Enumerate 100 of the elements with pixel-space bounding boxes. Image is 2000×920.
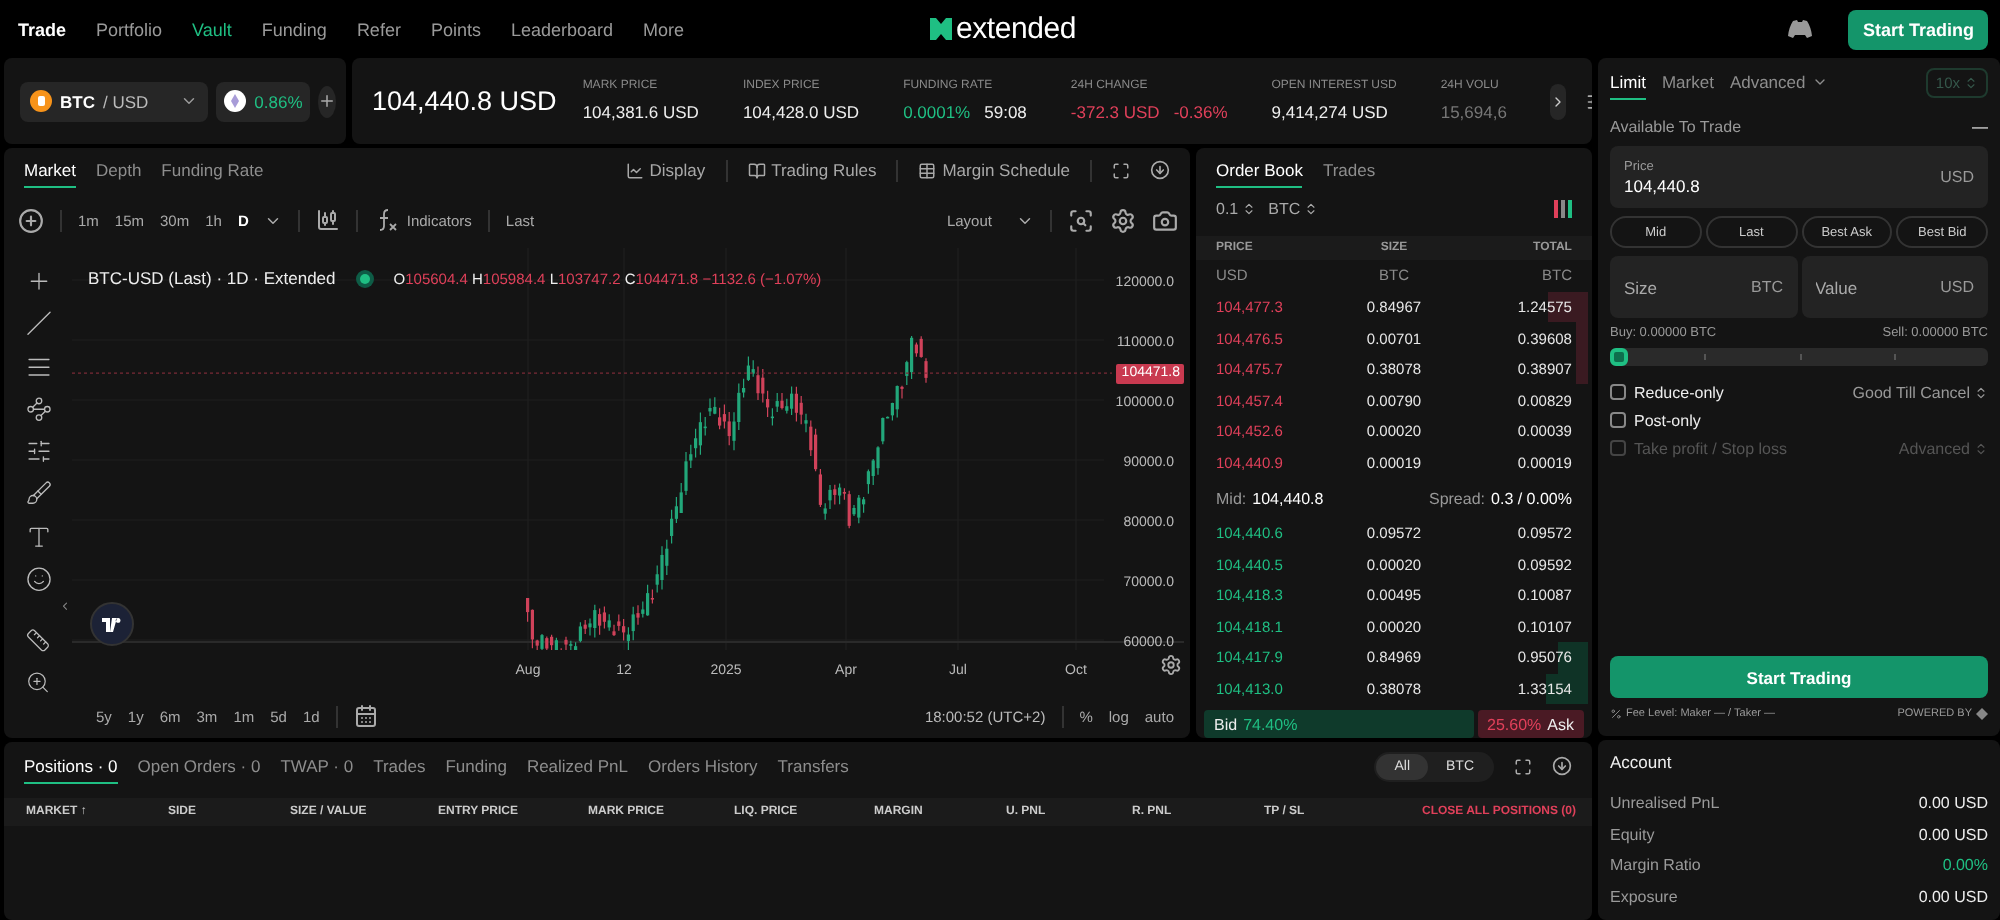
order-type-tab[interactable]: Advanced [1729, 64, 1828, 100]
add-icon[interactable] [18, 207, 44, 233]
scroll-right-button[interactable] [1550, 83, 1567, 119]
chart-action-link[interactable]: Display [625, 160, 706, 180]
start-trading-button[interactable]: Start Trading [1610, 656, 1988, 698]
account-value: 0.00 USD [1918, 825, 1988, 844]
sliders-icon[interactable] [23, 438, 53, 465]
base-symbol: BTC [60, 91, 95, 111]
stat-value: 9,414,274 USD [1271, 102, 1388, 122]
updown-icon [1974, 385, 1988, 399]
market-select[interactable]: BTC / USD [20, 81, 209, 121]
nav-link[interactable]: Funding [261, 19, 327, 39]
text-icon[interactable] [23, 523, 53, 550]
positions-tab[interactable]: Realized PnL [526, 748, 628, 784]
ask-label: Ask [1547, 715, 1574, 734]
positions-tab[interactable]: Trades [373, 748, 426, 784]
account-value: 0.00 USD [1918, 888, 1988, 907]
chart-tab[interactable]: Depth [95, 152, 142, 188]
pattern-icon[interactable] [23, 395, 53, 423]
option-select[interactable]: Good Till Cancel [1852, 383, 1988, 401]
line-chart-icon [625, 161, 644, 179]
positions-tab[interactable]: Funding [445, 748, 507, 784]
logo-text: extended [955, 12, 1077, 46]
zoom-in-icon[interactable] [24, 669, 52, 695]
game-controller-icon[interactable] [1788, 20, 1813, 38]
brush-icon[interactable] [23, 480, 53, 508]
smile-icon[interactable] [23, 565, 53, 593]
chart-action-link[interactable]: Trading Rules [747, 160, 877, 180]
value-input[interactable]: Value [1815, 277, 1941, 297]
add-button[interactable] [318, 85, 337, 117]
positions-tab[interactable]: Positions · 0 [24, 748, 118, 784]
option-label: Take profit / Stop loss [1634, 439, 1787, 457]
last-price: 104,440.8 USD [372, 86, 557, 116]
chart-tab[interactable]: Funding Rate [161, 152, 264, 188]
order-book-tab[interactable]: Trades [1322, 152, 1376, 188]
slider-thumb[interactable] [1610, 348, 1628, 366]
chart-action-link[interactable]: Margin Schedule [918, 160, 1070, 180]
positions-tab[interactable]: TWAP · 0 [280, 748, 354, 784]
tick-size-select[interactable]: 0.1 [1216, 200, 1257, 219]
change-value: 0.86% [254, 91, 303, 111]
camera-icon[interactable] [1152, 207, 1178, 233]
checkbox[interactable] [1610, 384, 1626, 400]
size-field[interactable]: Size BTC [1610, 256, 1797, 318]
positions-tab[interactable]: Transfers [777, 748, 849, 784]
function-icon [374, 208, 399, 232]
chart-tab[interactable]: Market [24, 152, 76, 188]
updown-icon [1304, 202, 1319, 217]
available-value: — [1972, 118, 1988, 136]
download-icon[interactable] [1552, 756, 1572, 776]
logo-icon [929, 18, 952, 40]
account-label: Equity [1610, 825, 1655, 844]
nav-link[interactable]: Vault [192, 19, 232, 39]
nav-link[interactable]: Refer [356, 19, 401, 39]
size-slider[interactable] [1610, 348, 1988, 366]
nav-link[interactable]: Leaderboard [510, 19, 614, 39]
price-unit: USD [1940, 168, 1974, 186]
fullscreen-icon[interactable] [1514, 757, 1532, 775]
collapse-icon[interactable] [58, 600, 72, 613]
updown-icon [1974, 441, 1988, 455]
available-label: Available To Trade [1610, 118, 1742, 136]
spread-label: Spread: [1428, 489, 1486, 508]
table-icon [918, 161, 937, 179]
ruler-icon[interactable] [24, 628, 52, 654]
stat-value: 59:08 [984, 102, 1027, 122]
order-type-tab[interactable]: Market [1661, 64, 1714, 100]
lines-icon[interactable] [23, 353, 53, 380]
calendar-icon[interactable] [353, 704, 378, 728]
book-layout-icon[interactable] [1554, 200, 1572, 219]
start-trading-button[interactable]: Start Trading [1848, 9, 1988, 49]
book-icon [747, 161, 766, 179]
stat-value: 104,428.0 USD [742, 102, 860, 122]
size-input[interactable]: Size [1624, 277, 1751, 297]
line-icon[interactable] [23, 310, 53, 338]
fullscreen-icon[interactable] [1112, 161, 1130, 179]
settings-icon[interactable] [1110, 207, 1136, 233]
order-type-tab[interactable]: Limit [1610, 64, 1646, 100]
chevron-icon [180, 92, 199, 110]
order-book-tab[interactable]: Order Book [1216, 152, 1303, 188]
value-field[interactable]: Value USD [1801, 256, 1988, 318]
mid-value: 104,440.8 [1252, 489, 1324, 508]
token-icon [224, 90, 247, 112]
nav-link[interactable]: Trade [18, 19, 67, 39]
price-input[interactable]: 104,440.8 [1624, 175, 1941, 195]
axis-settings-icon[interactable] [1160, 654, 1182, 676]
diamond-icon [1976, 708, 1988, 720]
nav-link[interactable]: More [643, 19, 685, 39]
stat-value: 104,381.6 USD [582, 102, 699, 122]
unit-select[interactable]: BTC [1268, 200, 1319, 219]
candles-icon[interactable] [316, 208, 341, 232]
zoom-icon[interactable] [1068, 207, 1094, 233]
option-label: Post-only [1634, 411, 1701, 429]
account-label: Unrealised PnL [1610, 793, 1720, 812]
nav-link[interactable]: Points [430, 19, 481, 39]
positions-tab[interactable]: Orders History [648, 748, 758, 784]
nav-link[interactable]: Portfolio [96, 19, 163, 39]
download-icon[interactable] [1150, 160, 1170, 180]
change-pill[interactable]: 0.86% [216, 81, 311, 121]
checkbox[interactable] [1610, 412, 1626, 428]
option-label: Reduce-only [1634, 383, 1724, 401]
positions-tab[interactable]: Open Orders · 0 [137, 748, 261, 784]
